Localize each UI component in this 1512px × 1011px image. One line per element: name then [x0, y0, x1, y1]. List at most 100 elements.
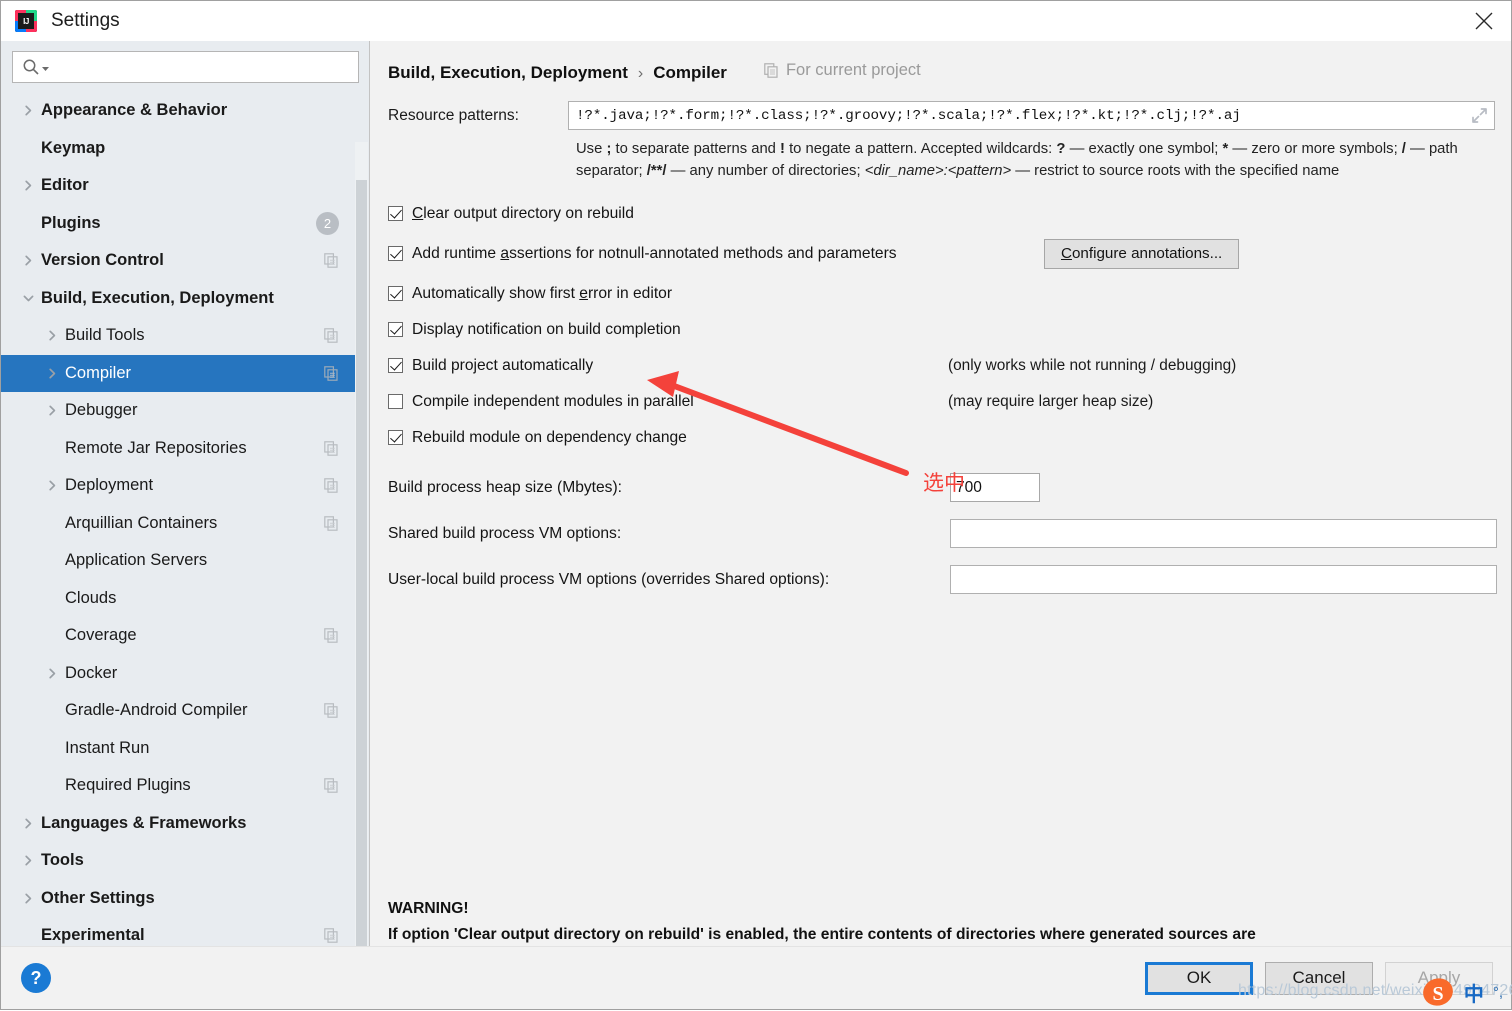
sidebar-item-remote-jar-repositories[interactable]: Remote Jar Repositories	[1, 430, 355, 468]
ime-punctuation-label[interactable]: °,	[1493, 984, 1503, 1001]
sidebar-item-build-tools[interactable]: Build Tools	[1, 317, 355, 355]
checkbox-row-notnull-assertions[interactable]: Add runtime assertions for notnull-annot…	[388, 232, 1495, 276]
for-current-project-text: For current project	[785, 61, 921, 79]
sidebar-item-experimental[interactable]: Experimental	[1, 917, 355, 946]
sidebar-item-label: Required Plugins	[65, 776, 191, 795]
chevron-right-icon[interactable]	[15, 893, 41, 904]
search-box[interactable]	[12, 51, 359, 83]
sidebar-item-languages-frameworks[interactable]: Languages & Frameworks	[1, 805, 355, 843]
sidebar-item-label: Tools	[41, 851, 84, 870]
note-build-automatically: (only works while not running / debuggin…	[948, 356, 1237, 374]
shared-vm-row: Shared build process VM options:	[388, 518, 1497, 550]
resource-patterns-hint: Use ; to separate patterns and ! to nega…	[576, 138, 1476, 183]
sidebar-item-label: Keymap	[41, 138, 106, 157]
sidebar-item-application-servers[interactable]: Application Servers	[1, 542, 355, 580]
sidebar-item-required-plugins[interactable]: Required Plugins	[1, 767, 355, 805]
warning-line-1: If option 'Clear output directory on reb…	[388, 926, 1256, 944]
checkbox-rebuild-module[interactable]	[388, 430, 403, 446]
checkbox-row-parallel-modules[interactable]: Compile independent modules in parallel …	[388, 384, 1495, 420]
sidebar-item-deployment[interactable]: Deployment	[1, 467, 355, 505]
sidebar-item-plugins[interactable]: Plugins 2	[1, 205, 355, 243]
checkbox-row-display-notification[interactable]: Display notification on build completion	[388, 312, 1495, 348]
sidebar-item-label: Languages & Frameworks	[41, 813, 247, 832]
expand-arrows-icon[interactable]	[1471, 107, 1488, 124]
ok-button[interactable]: OK	[1145, 961, 1253, 995]
sidebar-item-keymap[interactable]: Keymap	[1, 130, 355, 168]
sidebar-item-label: Docker	[65, 663, 118, 682]
resource-patterns-row: Resource patterns:	[388, 101, 1495, 130]
hint-text-1: Use	[576, 141, 607, 157]
chevron-right-icon[interactable]	[15, 180, 41, 191]
hint-text-8: — restrict to source roots with the spec…	[1011, 163, 1340, 180]
copy-icon	[324, 703, 339, 719]
hint-text-3: to negate a pattern. Accepted wildcards:	[784, 141, 1057, 157]
search-icon	[23, 59, 39, 75]
sidebar-item-coverage[interactable]: Coverage	[1, 617, 355, 655]
userlocal-vm-input[interactable]	[950, 565, 1497, 595]
sidebar-item-editor[interactable]: Editor	[1, 167, 355, 205]
sidebar-item-tools[interactable]: Tools	[1, 842, 355, 880]
chevron-right-icon[interactable]	[39, 330, 65, 341]
checkbox-parallel-modules[interactable]	[388, 394, 403, 410]
sidebar-item-docker[interactable]: Docker	[1, 655, 355, 693]
checkbox-label-build-automatically: Build project automatically	[412, 356, 594, 374]
sidebar-item-label: Compiler	[65, 363, 132, 382]
chevron-right-icon[interactable]	[15, 855, 41, 866]
for-current-project-label: For current project	[764, 61, 921, 80]
hint-text-5: — zero or more symbols;	[1228, 141, 1402, 157]
sidebar-scrollbar-thumb[interactable]	[356, 180, 367, 946]
ime-language-label[interactable]: 中	[1464, 978, 1484, 1007]
checkbox-label-show-first-error: Automatically show first error in editor	[412, 284, 673, 302]
checkbox-row-clear-output[interactable]: Clear output directory on rebuild	[388, 196, 1495, 232]
sidebar-item-label: Build, Execution, Deployment	[41, 288, 274, 307]
settings-tree: Appearance & Behavior Keymap Editor Plugins…	[1, 92, 369, 946]
sidebar-item-build-execution-deployment[interactable]: Build, Execution, Deployment	[1, 280, 355, 318]
search-input[interactable]	[55, 59, 358, 75]
sidebar-item-label: Gradle-Android Compiler	[65, 701, 248, 720]
checkbox-notnull-assertions[interactable]	[388, 246, 403, 262]
checkbox-row-rebuild-module[interactable]: Rebuild module on dependency change	[388, 420, 1495, 456]
sidebar-item-arquillian-containers[interactable]: Arquillian Containers	[1, 505, 355, 543]
checkbox-label-display-notification: Display notification on build completion	[412, 320, 681, 338]
chevron-right-icon[interactable]	[39, 368, 65, 379]
sidebar-item-debugger[interactable]: Debugger	[1, 392, 355, 430]
chevron-right-icon[interactable]	[39, 480, 65, 491]
sidebar-item-version-control[interactable]: Version Control	[1, 242, 355, 280]
chevron-down-icon[interactable]	[15, 293, 41, 304]
checkbox-label-notnull-assertions: Add runtime assertions for notnull-annot…	[412, 244, 897, 262]
checkbox-show-first-error[interactable]	[388, 286, 403, 302]
checkbox-build-automatically[interactable]	[388, 358, 403, 374]
userlocal-vm-row: User-local build process VM options (ove…	[388, 564, 1497, 596]
checkbox-row-show-first-error[interactable]: Automatically show first error in editor	[388, 276, 1495, 312]
checkbox-row-build-automatically[interactable]: Build project automatically (only works …	[388, 348, 1495, 384]
chevron-right-icon[interactable]	[39, 405, 65, 416]
help-icon[interactable]: ?	[21, 963, 51, 993]
chevron-right-icon[interactable]	[15, 255, 41, 266]
sidebar-item-appearance-behavior[interactable]: Appearance & Behavior	[1, 92, 355, 130]
sidebar-item-compiler[interactable]: Compiler	[1, 354, 355, 392]
sidebar-item-clouds[interactable]: Clouds	[1, 580, 355, 618]
checkbox-display-notification[interactable]	[388, 322, 403, 338]
shared-vm-input[interactable]	[950, 519, 1497, 549]
resource-patterns-field[interactable]	[568, 101, 1495, 130]
chevron-right-icon[interactable]	[15, 818, 41, 829]
sidebar-item-instant-run[interactable]: Instant Run	[1, 730, 355, 768]
hint-text-7: — any number of directories;	[666, 163, 865, 180]
resource-patterns-input[interactable]	[576, 107, 1465, 124]
copy-icon	[764, 63, 778, 78]
window-title: Settings	[51, 10, 120, 31]
breadcrumb-current: Compiler	[653, 63, 727, 82]
hint-text-2: to separate patterns and	[611, 141, 781, 157]
close-icon[interactable]	[1457, 1, 1511, 41]
sidebar-item-gradle-android-compiler[interactable]: Gradle-Android Compiler	[1, 692, 355, 730]
sidebar-item-other-settings[interactable]: Other Settings	[1, 880, 355, 918]
sogou-ime-icon[interactable]: S	[1421, 977, 1455, 1007]
chevron-right-icon[interactable]	[15, 105, 41, 116]
breadcrumb-parent[interactable]: Build, Execution, Deployment	[388, 63, 628, 83]
note-parallel-modules: (may require larger heap size)	[948, 392, 1154, 410]
checkbox-clear-output[interactable]	[388, 206, 403, 222]
chevron-right-icon[interactable]	[39, 668, 65, 679]
configure-annotations-button[interactable]: Configure annotations...	[1044, 238, 1240, 269]
sidebar-scrollbar-track[interactable]	[355, 142, 368, 946]
copy-icon	[324, 515, 339, 531]
